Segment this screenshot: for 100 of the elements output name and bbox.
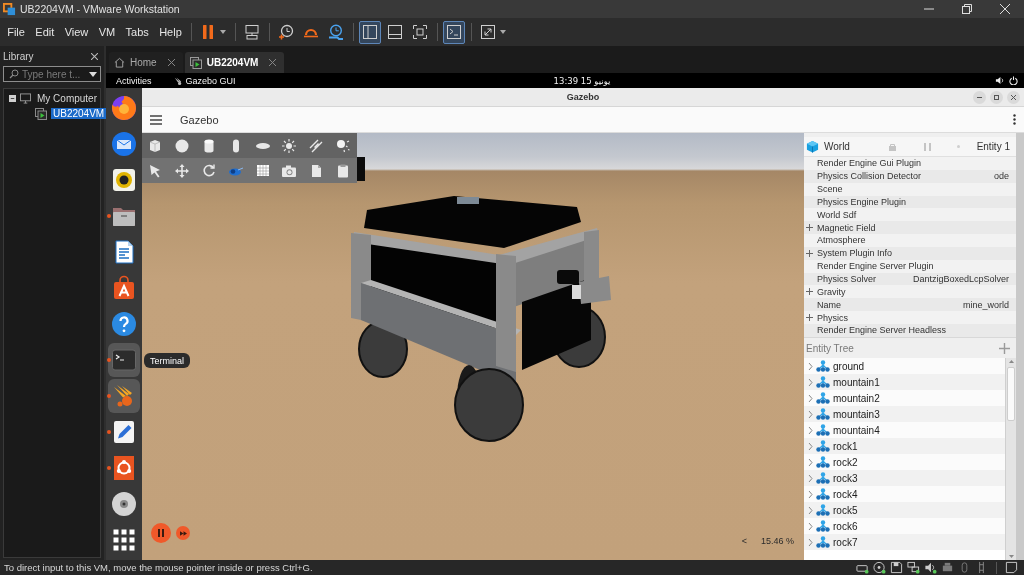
shopping-bag-icon: [111, 275, 137, 301]
chevron-right-icon[interactable]: [808, 506, 813, 514]
menu-icon[interactable]: [150, 114, 162, 125]
entity-tree-item[interactable]: mountain1: [804, 374, 1005, 390]
node-tree-icon: [816, 360, 830, 372]
chevron-right-icon[interactable]: [808, 538, 813, 546]
floppy-icon[interactable]: [890, 561, 903, 574]
property-label: Magnetic Field: [817, 222, 876, 233]
entity-tree-item[interactable]: rock5: [804, 502, 1005, 518]
close-button[interactable]: [1007, 90, 1020, 104]
menu-item[interactable]: View: [59, 26, 94, 38]
entity-tree-item[interactable]: rock1: [804, 438, 1005, 454]
menu-item[interactable]: Tabs: [120, 26, 154, 38]
node-tree-icon: [816, 536, 830, 548]
rotate-icon[interactable]: [201, 162, 217, 179]
window-title: UB2204VM - VMware Workstation: [20, 3, 181, 15]
entity-tree-item[interactable]: rock4: [804, 486, 1005, 502]
entity-tree-item[interactable]: mountain3: [804, 406, 1005, 422]
step-button[interactable]: [176, 526, 190, 540]
node-tree-icon: [816, 456, 830, 468]
property-label: Scene: [817, 184, 843, 195]
tree-item[interactable]: UB2204VM: [51, 108, 107, 119]
sphere-icon[interactable]: [174, 137, 191, 154]
volume-icon[interactable]: [995, 76, 1004, 85]
plus-icon[interactable]: [806, 224, 813, 232]
sidebar-view-button[interactable]: [359, 20, 382, 44]
entity-tree-item[interactable]: ground: [804, 358, 1005, 374]
console-view-button[interactable]: [443, 20, 466, 44]
bottom-panel-layout-icon: [387, 24, 404, 40]
power-icon[interactable]: [1009, 76, 1018, 85]
chevron-right-icon[interactable]: [808, 458, 813, 466]
property-label: Physics Solver: [817, 274, 877, 284]
chevron-right-icon[interactable]: [808, 474, 813, 482]
more-options-icon[interactable]: [1013, 114, 1016, 125]
property-label: Render Engine Server Headless: [817, 325, 947, 336]
entity-tree-item[interactable]: mountain2: [804, 390, 1005, 406]
minimize-button[interactable]: [973, 90, 986, 104]
menu-item[interactable]: Help: [154, 26, 187, 38]
point-light-icon[interactable]: [334, 137, 351, 154]
running-dot-icon: [107, 466, 111, 470]
cd-drive-icon[interactable]: [873, 561, 886, 574]
property-label: Physics Engine Plugin: [817, 196, 907, 207]
help-icon: [111, 311, 137, 337]
close-icon[interactable]: [167, 59, 175, 66]
cube-icon: [806, 140, 819, 153]
sun-icon[interactable]: [281, 137, 298, 154]
entity-tree-item[interactable]: rock7: [804, 534, 1005, 550]
node-tree-icon: [816, 408, 830, 420]
expand-toggle[interactable]: <: [741, 536, 747, 546]
real-time-factor: 15.46 %: [760, 536, 794, 546]
entity-tree-item[interactable]: rock2: [804, 454, 1005, 470]
entity-tree-item[interactable]: mountain4: [804, 422, 1005, 438]
menu-item[interactable]: Edit: [30, 26, 60, 38]
plus-icon[interactable]: [806, 249, 813, 257]
component-title: World: [824, 141, 851, 152]
chevron-right-icon[interactable]: [808, 426, 813, 434]
app-menu[interactable]: Gazebo GUI: [185, 75, 236, 86]
chevron-right-icon[interactable]: [808, 378, 813, 386]
maximize-icon: [994, 94, 999, 100]
running-dot-icon: [107, 214, 111, 218]
close-icon[interactable]: [269, 59, 277, 66]
search-field[interactable]: Type here t...: [3, 66, 101, 82]
scroll-up-icon[interactable]: [1008, 360, 1014, 363]
clock[interactable]: 13:39 15 يونيو: [553, 75, 611, 86]
entity-tree-item[interactable]: rock3: [804, 470, 1005, 486]
property-label: Render Engine Server Plugin: [817, 261, 934, 272]
scrollbar-thumb[interactable]: [1007, 367, 1015, 421]
chevron-right-icon[interactable]: [808, 522, 813, 530]
tab[interactable]: Home: [109, 52, 183, 73]
plus-icon[interactable]: [806, 288, 813, 296]
chevron-right-icon[interactable]: [808, 394, 813, 402]
tab[interactable]: UB2204VM: [184, 52, 285, 73]
pause-button[interactable]: [151, 523, 171, 543]
menu-item[interactable]: VM: [93, 26, 121, 38]
message-icon[interactable]: [1005, 561, 1018, 574]
menu-item[interactable]: File: [2, 26, 31, 38]
sound-icon[interactable]: [924, 561, 937, 574]
chevron-right-icon[interactable]: [808, 410, 813, 418]
envelope-icon: [111, 131, 137, 157]
entity-tree-item[interactable]: rock6: [804, 518, 1005, 534]
move-icon[interactable]: [174, 162, 191, 179]
activities-button[interactable]: Activities: [116, 75, 152, 86]
grid-icon[interactable]: [254, 162, 271, 179]
chevron-right-icon[interactable]: [808, 442, 813, 450]
maximize-button[interactable]: [990, 90, 1003, 104]
close-icon[interactable]: [91, 52, 98, 60]
app-title: Gazebo: [180, 113, 220, 126]
plus-icon[interactable]: [806, 314, 813, 322]
scroll-down-icon[interactable]: [1008, 555, 1014, 558]
chevron-right-icon[interactable]: [808, 490, 813, 498]
status-message: To direct input to this VM, move the mouse pointer inside or press Ctrl+G.: [4, 562, 314, 573]
restore-icon: [962, 4, 972, 14]
tree-item[interactable]: My Computer: [35, 93, 99, 104]
scrollbar[interactable]: [1005, 358, 1016, 560]
printer-icon[interactable]: [941, 561, 954, 574]
network-icon[interactable]: [907, 561, 920, 574]
running-dot-icon: [107, 358, 111, 362]
chevron-right-icon[interactable]: [808, 362, 813, 370]
diagonal-lines-icon[interactable]: [308, 137, 325, 154]
collapse-icon[interactable]: [9, 95, 16, 102]
